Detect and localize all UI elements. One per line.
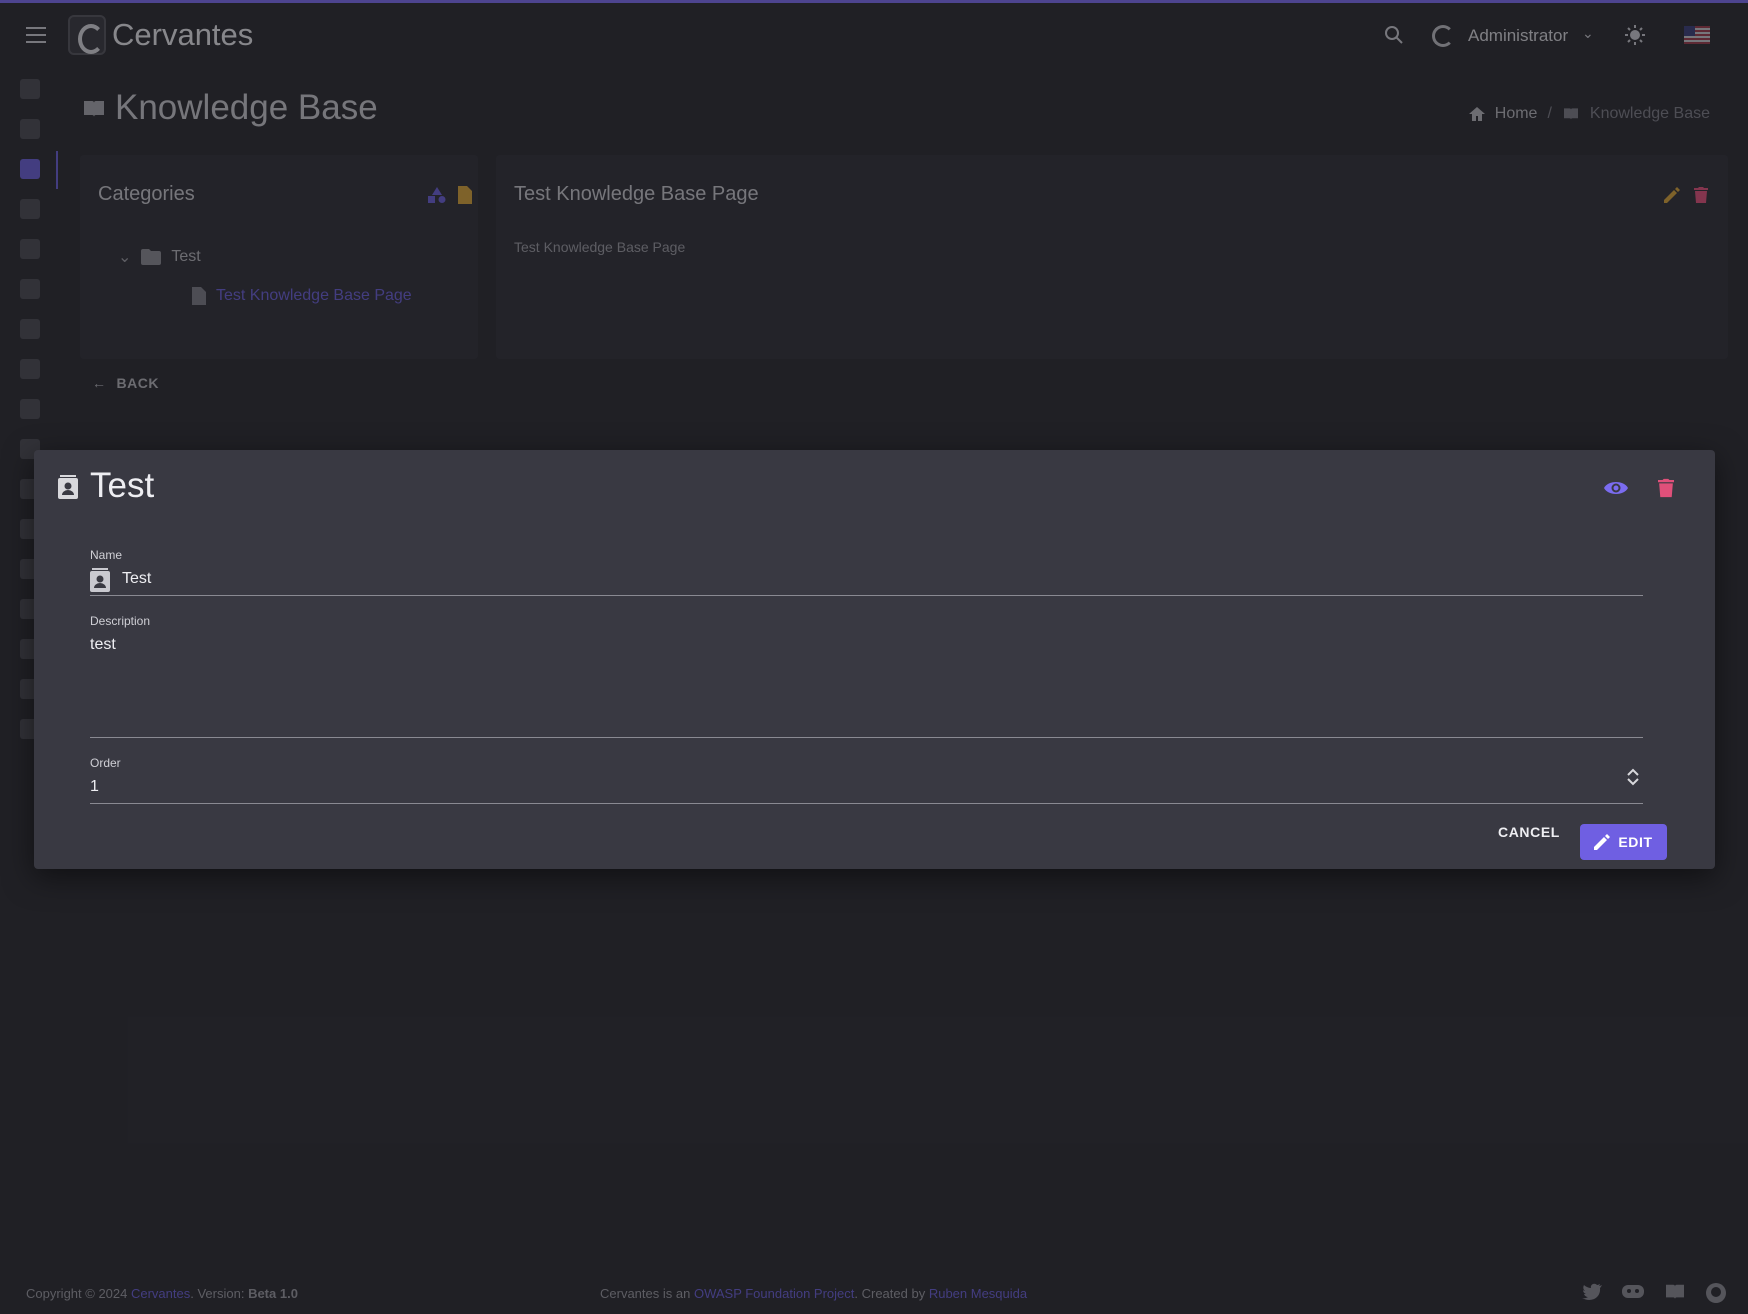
dialog-title: Test bbox=[90, 466, 155, 505]
edit-button[interactable]: EDIT bbox=[1580, 824, 1667, 860]
chevron-down-icon[interactable] bbox=[1627, 778, 1639, 786]
name-label: Name bbox=[90, 548, 123, 562]
order-field[interactable]: Order 1 bbox=[90, 756, 1643, 804]
cancel-button[interactable]: CANCEL bbox=[1498, 824, 1560, 840]
description-label: Description bbox=[90, 614, 151, 628]
chevron-up-icon[interactable] bbox=[1627, 768, 1639, 776]
edit-button-label: EDIT bbox=[1618, 834, 1653, 850]
order-stepper[interactable] bbox=[1627, 768, 1639, 786]
edit-category-dialog: Test Name Test Description test Order 1 … bbox=[34, 450, 1715, 869]
order-input[interactable]: 1 bbox=[90, 778, 99, 796]
trash-icon[interactable] bbox=[1658, 478, 1674, 498]
contact-icon bbox=[90, 568, 110, 592]
order-label: Order bbox=[90, 756, 121, 770]
contact-icon bbox=[58, 475, 78, 499]
description-field[interactable]: Description test bbox=[90, 614, 1643, 738]
pencil-icon bbox=[1594, 834, 1611, 850]
eye-icon[interactable] bbox=[1604, 480, 1628, 496]
description-input[interactable]: test bbox=[90, 636, 116, 654]
name-field[interactable]: Name Test bbox=[90, 548, 1643, 596]
name-input[interactable]: Test bbox=[122, 570, 151, 588]
